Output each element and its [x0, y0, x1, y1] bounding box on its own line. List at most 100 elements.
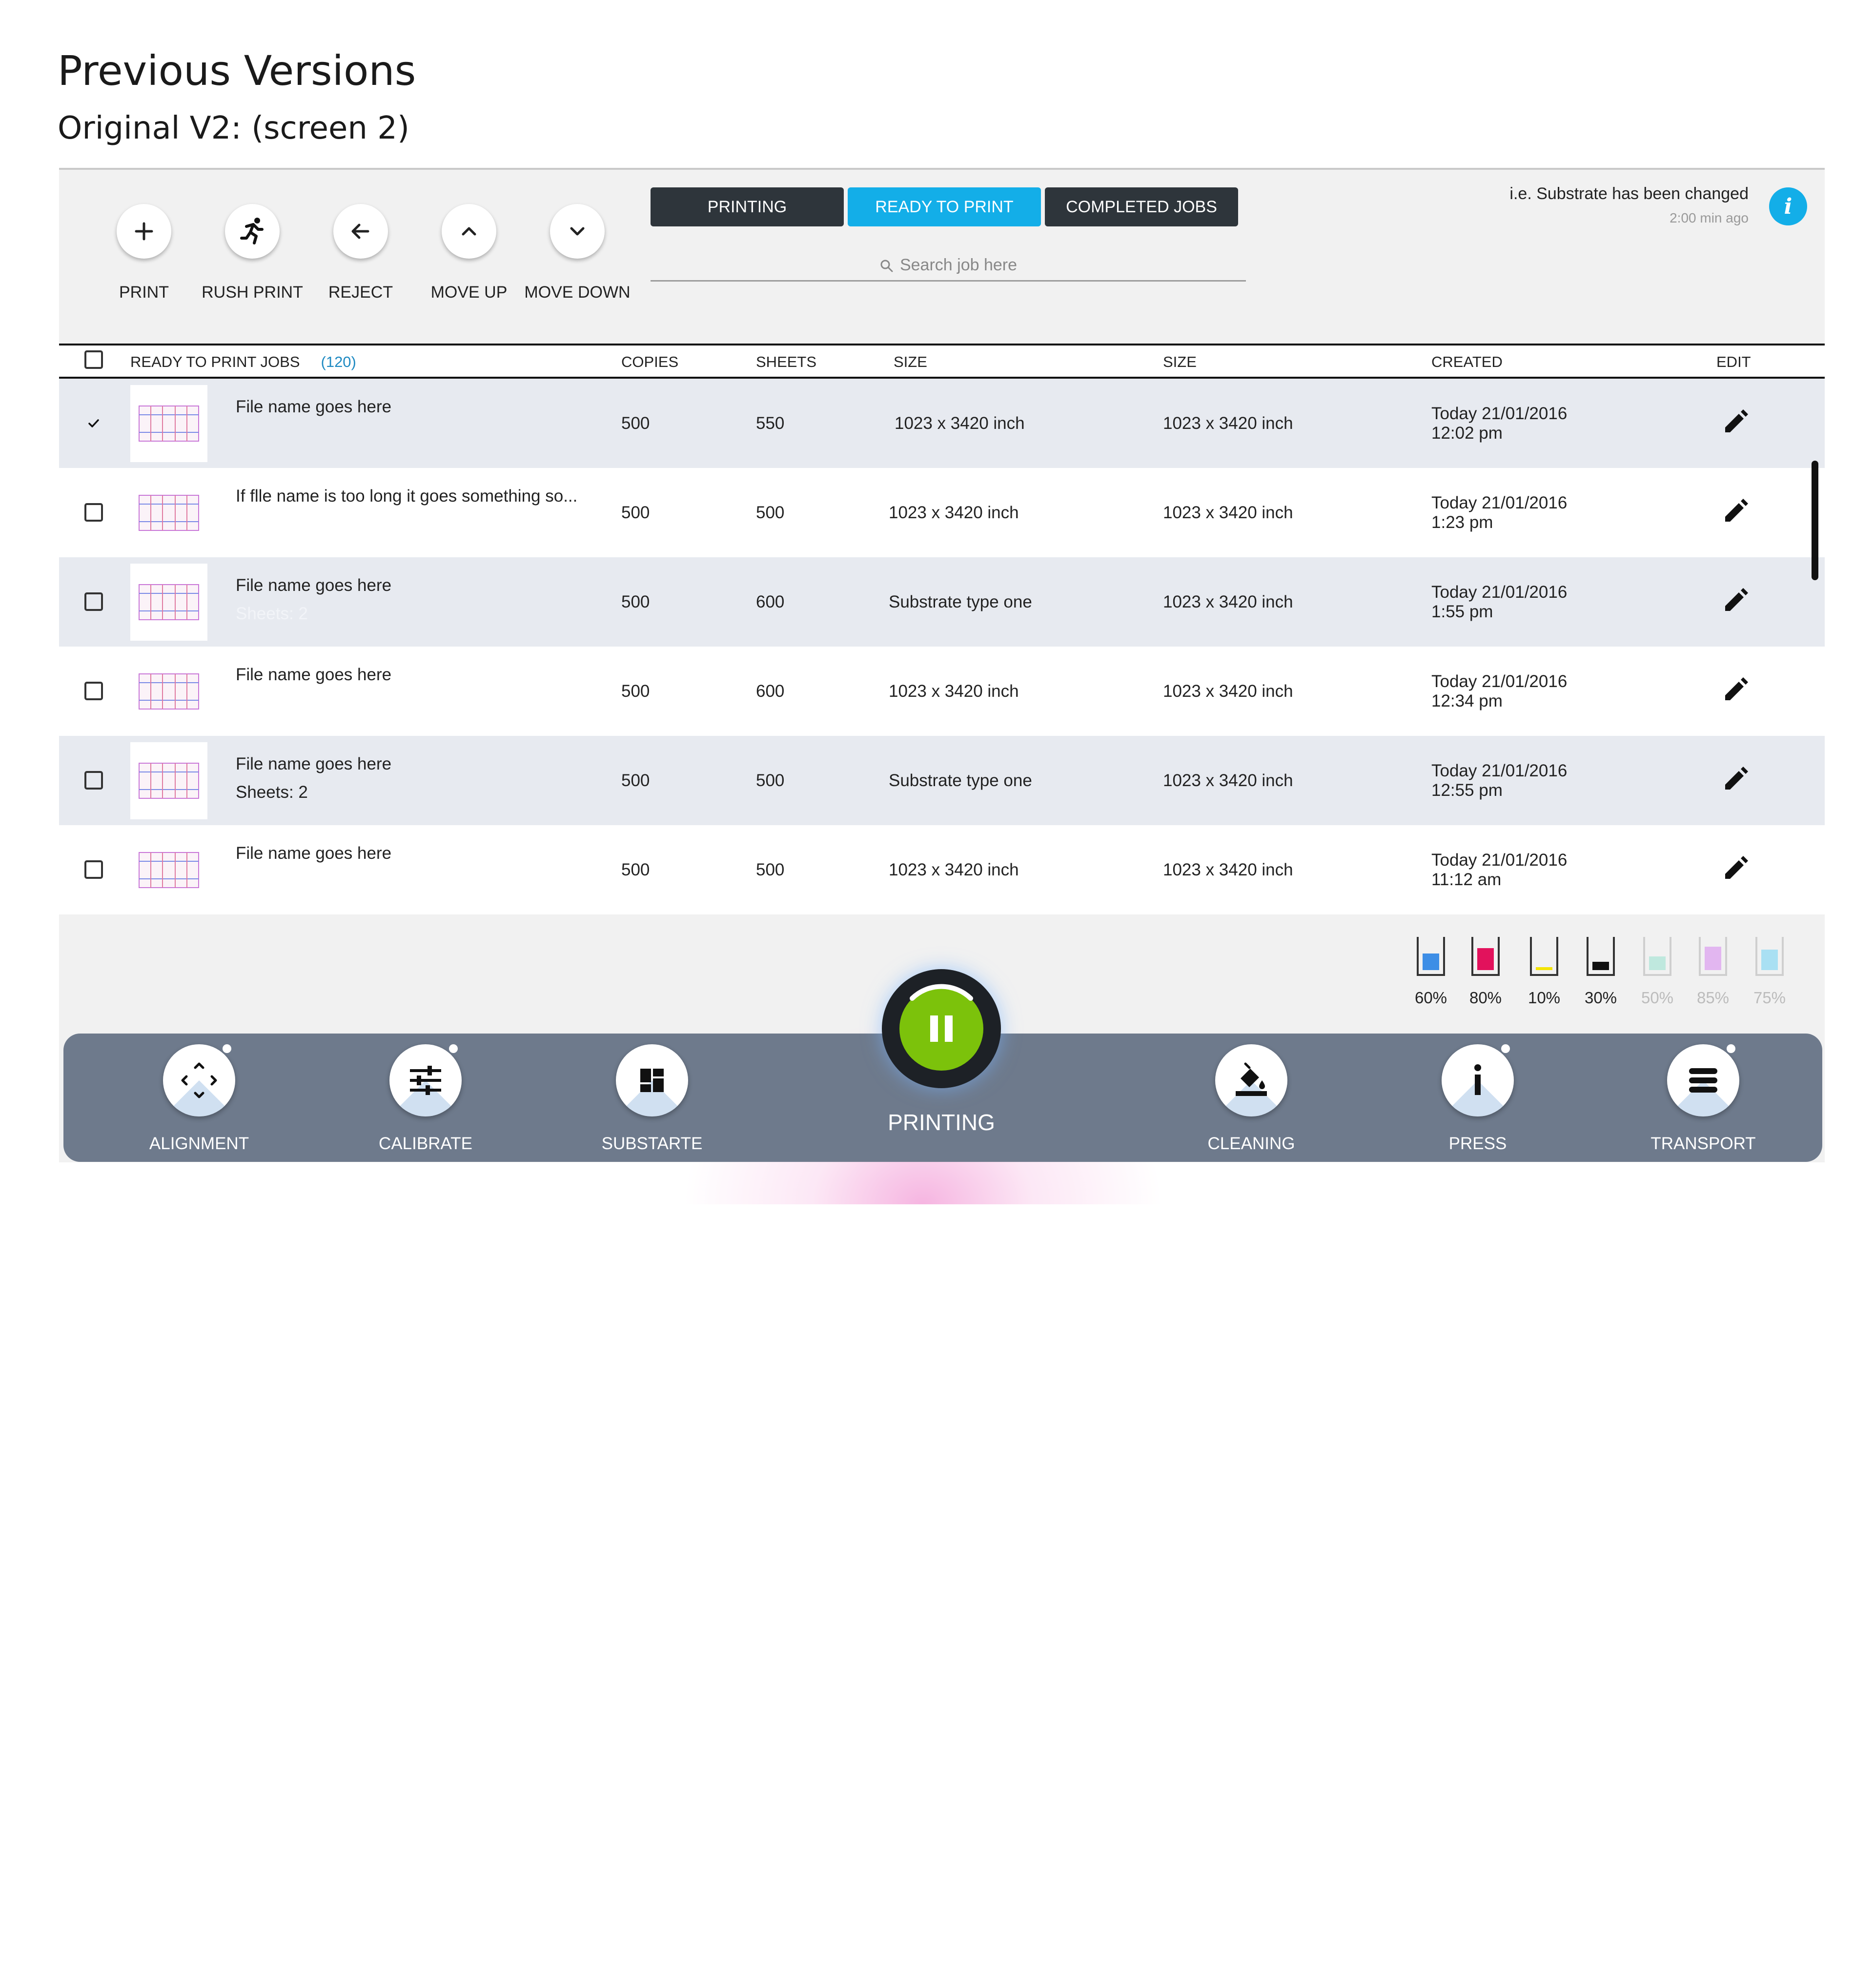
header-edit: EDIT: [1716, 353, 1751, 370]
file-name: File name goes here: [236, 754, 392, 773]
transport-stack-icon[interactable]: [1667, 1044, 1739, 1116]
created-time: 12:02 pm: [1431, 424, 1503, 443]
running-person-icon[interactable]: [225, 204, 280, 259]
chevron-up-icon[interactable]: [442, 204, 496, 259]
move-down-button[interactable]: MOVE DOWN: [524, 204, 631, 302]
edit-pencil-icon[interactable]: [1720, 408, 1750, 442]
sheets-value: 600: [756, 682, 785, 701]
edit-pencil-icon[interactable]: [1720, 676, 1750, 710]
sheets-value: 500: [756, 771, 785, 790]
reject-button[interactable]: REJECT: [307, 204, 414, 302]
rush-print-button[interactable]: RUSH PRINT: [199, 204, 306, 302]
calibrate-label: CALIBRATE: [379, 1134, 472, 1153]
notification-message: i.e. Substrate has been changed: [1509, 184, 1749, 203]
more-options-icon[interactable]: [1799, 1941, 1806, 1988]
print-button[interactable]: PRINT: [90, 204, 198, 302]
edit-pencil-icon[interactable]: [1720, 497, 1750, 531]
move-down-label: MOVE DOWN: [524, 283, 631, 302]
row-checkbox[interactable]: [84, 682, 103, 700]
table-row[interactable]: File name goes here Sheets: 2 500 600 Su…: [59, 557, 1825, 647]
copies-value: 500: [621, 503, 650, 522]
ink-tank: [1530, 937, 1558, 976]
row-checkbox[interactable]: [84, 503, 103, 522]
page-subtitle: Original V2: (screen 2): [58, 110, 409, 146]
size-value: 1023 x 3420 inch: [889, 682, 1019, 701]
move-up-button[interactable]: MOVE UP: [415, 204, 523, 302]
notification: i.e. Substrate has been changed 2:00 min…: [1509, 184, 1749, 226]
notification-time: 2:00 min ago: [1670, 210, 1749, 225]
paint-bucket-icon[interactable]: [1215, 1044, 1287, 1116]
table-row[interactable]: File name goes here 500 500 1023 x 3420 …: [59, 825, 1825, 914]
info-icon[interactable]: i: [1769, 187, 1807, 225]
substrate-label: SUBSTARTE: [601, 1134, 703, 1153]
ink-percent: 10%: [1528, 989, 1561, 1007]
header-size-2: SIZE: [1163, 353, 1197, 370]
created-date: Today 21/01/2016: [1431, 404, 1568, 423]
created-date: Today 21/01/2016: [1431, 761, 1568, 780]
checkmark-icon: [88, 419, 99, 427]
sliders-icon[interactable]: [389, 1044, 462, 1116]
search-input[interactable]: Search job here: [651, 253, 1246, 282]
created-time: 12:34 pm: [1431, 691, 1503, 710]
edit-pencil-icon[interactable]: [1720, 765, 1750, 799]
size-value: 1023 x 3420 inch: [889, 503, 1019, 522]
calibrate-button[interactable]: CALIBRATE: [352, 1044, 499, 1154]
tab-ready-to-print[interactable]: READY TO PRINT: [848, 187, 1041, 226]
select-all-checkbox[interactable]: [84, 350, 103, 369]
file-sheets-note: Sheets: 2: [236, 604, 308, 623]
cleaning-button[interactable]: CLEANING: [1178, 1044, 1324, 1154]
status-dot: [1727, 1044, 1735, 1053]
edit-pencil-icon[interactable]: [1720, 587, 1750, 620]
table-row[interactable]: File name goes here 500 600 1023 x 3420 …: [59, 647, 1825, 736]
header-jobs-label: READY TO PRINT JOBS: [130, 353, 300, 370]
table-row[interactable]: File name goes here 500 550 1023 x 3420 …: [59, 379, 1825, 468]
status-dot: [223, 1044, 231, 1053]
row-checkbox[interactable]: [84, 771, 103, 790]
sheets-value: 500: [756, 503, 785, 522]
ink-level-light-magenta: 85%: [1691, 937, 1735, 1007]
file-sheets-note: Sheets: 2: [236, 783, 308, 802]
alignment-arrows-icon[interactable]: [163, 1044, 235, 1116]
info-i-icon[interactable]: [1442, 1044, 1514, 1116]
size-value: 1023 x 3420 inch: [889, 860, 1019, 879]
edit-pencil-icon[interactable]: [1720, 854, 1750, 888]
copies-value: 500: [621, 414, 650, 433]
ink-tank: [1643, 937, 1671, 976]
ink-level-light-cyan: 50%: [1635, 937, 1679, 1007]
table-row[interactable]: If flle name is too long it goes somethi…: [59, 468, 1825, 557]
file-name: File name goes here: [236, 844, 392, 863]
table-scrollbar[interactable]: [1812, 461, 1818, 580]
arrow-left-icon[interactable]: [333, 204, 388, 259]
sheets-value: 600: [756, 592, 785, 611]
size-value-2: 1023 x 3420 inch: [1163, 503, 1293, 522]
ink-fill: [1477, 948, 1494, 970]
ink-fill: [1592, 962, 1609, 970]
file-thumbnail: [130, 653, 207, 730]
plus-icon[interactable]: [117, 204, 171, 259]
ink-level-blue: 60%: [1409, 937, 1453, 1007]
alignment-button[interactable]: ALIGNMENT: [126, 1044, 272, 1154]
file-thumbnail: [130, 474, 207, 551]
status-dot: [1501, 1044, 1510, 1053]
dashboard-grid-icon[interactable]: [616, 1044, 688, 1116]
print-queue-app: PRINT RUSH PRINT REJECT MOVE UP MOVE DOW…: [59, 168, 1825, 1979]
printing-toggle-button[interactable]: [882, 969, 1001, 1088]
row-checkbox-checked[interactable]: [84, 414, 103, 432]
ink-percent: 85%: [1696, 989, 1730, 1007]
row-checkbox[interactable]: [84, 860, 103, 879]
tab-printing[interactable]: PRINTING: [651, 187, 844, 226]
ink-tank: [1755, 937, 1784, 976]
created-time: 1:55 pm: [1431, 602, 1493, 621]
transport-button[interactable]: TRANSPORT: [1630, 1044, 1776, 1154]
ink-level-black: 30%: [1579, 937, 1623, 1007]
file-name: File name goes here: [236, 397, 392, 416]
substrate-button[interactable]: SUBSTARTE: [579, 1044, 725, 1154]
row-checkbox[interactable]: [84, 592, 103, 611]
chevron-down-icon[interactable]: [550, 204, 605, 259]
tab-completed-jobs[interactable]: COMPLETED JOBS: [1045, 187, 1238, 226]
press-button[interactable]: PRESS: [1405, 1044, 1551, 1154]
alignment-label: ALIGNMENT: [149, 1134, 249, 1153]
press-label: PRESS: [1448, 1134, 1507, 1153]
table-row[interactable]: File name goes here Sheets: 2 500 500 Su…: [59, 736, 1825, 825]
file-name: File name goes here: [236, 665, 392, 684]
